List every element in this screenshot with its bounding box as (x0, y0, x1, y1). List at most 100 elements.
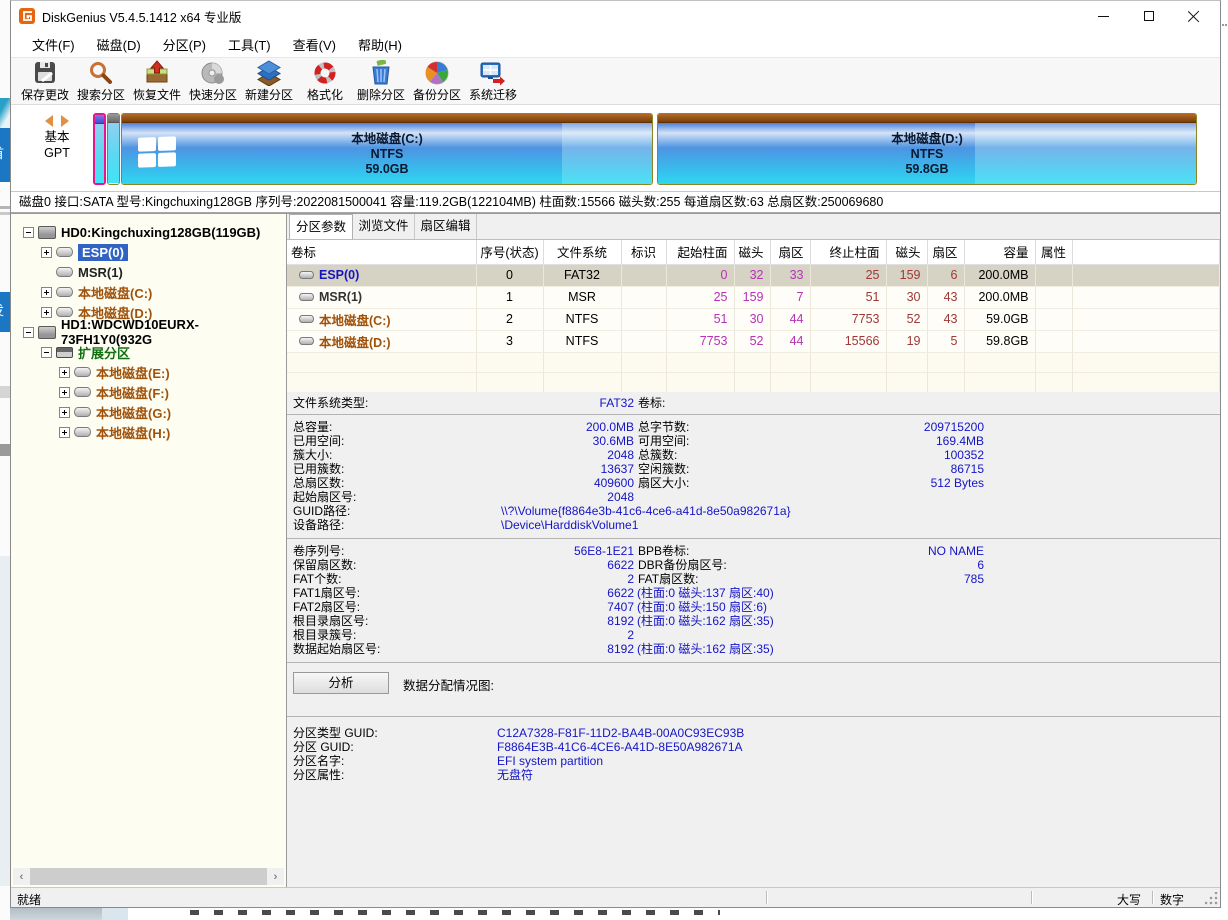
background-window-bottom-sliver (10, 908, 1221, 920)
tab-sector-edit[interactable]: 扇区编辑 (415, 214, 477, 239)
analyze-button[interactable]: 分析 (293, 672, 389, 694)
disk-tree-panel: HD0:Kingchuxing128GB(119GB) ESP(0) MSR(1… (11, 214, 287, 887)
partition-icon (299, 271, 314, 279)
detail-value: FAT32 (489, 396, 634, 410)
partition-icon (299, 337, 314, 345)
partition-bar-c[interactable]: 本地磁盘(C:) NTFS 59.0GB (121, 113, 653, 185)
menu-item-tools[interactable]: 工具(T) (217, 32, 282, 57)
detail-label: 卷标: (638, 396, 806, 410)
tab-bar: 分区参数 浏览文件 扇区编辑 (287, 214, 1220, 240)
expand-icon[interactable] (59, 427, 70, 438)
minimize-button[interactable] (1081, 1, 1126, 31)
background-icon-fragment (0, 98, 10, 128)
menu-item-view[interactable]: 查看(V) (282, 32, 347, 57)
menu-item-file[interactable]: 文件(F) (21, 32, 86, 57)
toolbar-quick-partition-button[interactable]: 快速分区 (185, 58, 241, 104)
toolbar-system-migrate-button[interactable]: 系统迁移 (465, 58, 521, 104)
disk-info-bar: 磁盘0 接口:SATA 型号:Kingchuxing128GB 序列号:2022… (11, 191, 1220, 213)
close-icon (1188, 10, 1200, 22)
nav-left-arrow-icon[interactable] (45, 115, 53, 127)
save-icon (32, 60, 58, 86)
table-empty-row (287, 352, 1220, 372)
toolbar-recover-files-button[interactable]: 恢复文件 (129, 58, 185, 104)
tree-item-local-h[interactable]: 本地磁盘(H:) (11, 422, 286, 442)
partition-fs: NTFS (911, 147, 944, 162)
tree-item-local-c[interactable]: 本地磁盘(C:) (11, 282, 286, 302)
hdd-icon (38, 226, 56, 239)
search-icon (88, 60, 114, 86)
partition-label: 本地磁盘(D:) (891, 132, 963, 147)
partition-icon (74, 427, 91, 437)
menu-item-help[interactable]: 帮助(H) (347, 32, 413, 57)
tree-item-hd0[interactable]: HD0:Kingchuxing128GB(119GB) (11, 222, 286, 242)
tree-horizontal-scrollbar[interactable]: ‹ › (13, 868, 284, 885)
partition-icon (56, 247, 73, 257)
toolbar-backup-partition-button[interactable]: 备份分区 (409, 58, 465, 104)
partition-guid-value: F8864E3B-41C6-4CE6-A41D-8E50A982671A (489, 740, 1220, 754)
tab-browse-files[interactable]: 浏览文件 (353, 214, 415, 239)
partition-icon (56, 307, 73, 317)
partition-bar-esp[interactable] (93, 113, 106, 185)
table-row-local-c[interactable]: 本地磁盘(C:) 2 NTFS 51 30 44 7753 52 43 59.0… (287, 308, 1220, 330)
partition-label: 本地磁盘(C:) (351, 132, 423, 147)
toolbar-new-partition-button[interactable]: 新建分区 (241, 58, 297, 104)
toolbar-search-partition-button[interactable]: 搜索分区 (73, 58, 129, 104)
partition-details-panel: 文件系统类型: FAT32 卷标: 总容量:200.0MB总字节数:209715… (287, 392, 1220, 887)
status-ready-text: 就绪 (17, 891, 41, 908)
expand-icon[interactable] (41, 287, 52, 298)
table-row-local-d[interactable]: 本地磁盘(D:) 3 NTFS 7753 52 44 15566 19 5 59… (287, 330, 1220, 352)
menu-item-partition[interactable]: 分区(P) (152, 32, 217, 57)
scrollbar-thumb[interactable] (30, 868, 268, 885)
partition-attr-label: 分区属性: (293, 768, 489, 782)
resize-grip[interactable] (1205, 892, 1218, 905)
expand-icon[interactable] (41, 307, 52, 318)
close-button[interactable] (1171, 1, 1216, 31)
status-bar: 就绪 大写 数字 (11, 887, 1220, 907)
background-text-fragment: 发 (0, 292, 10, 332)
new-partition-icon (256, 60, 282, 86)
scroll-right-arrow-icon[interactable]: › (267, 868, 284, 885)
partition-guid-label: 分区 GUID: (293, 740, 489, 754)
tree-item-hd1[interactable]: HD1:WDCWD10EURX-73FH1Y0(932G (11, 322, 286, 342)
collapse-icon[interactable] (23, 327, 34, 338)
toolbar-format-button[interactable]: 格式化 (297, 58, 353, 104)
collapse-icon[interactable] (41, 347, 52, 358)
tree-item-esp[interactable]: ESP(0) (11, 242, 286, 262)
scroll-left-arrow-icon[interactable]: ‹ (13, 868, 30, 885)
tree-item-local-e[interactable]: 本地磁盘(E:) (11, 362, 286, 382)
toolbar-save-changes-button[interactable]: 保存更改 (17, 58, 73, 104)
maximize-button[interactable] (1126, 1, 1171, 31)
recover-files-icon (144, 60, 170, 86)
window-title: DiskGenius V5.4.5.1412 x64 专业版 (42, 7, 241, 26)
partition-bar-d[interactable]: 本地磁盘(D:) NTFS 59.8GB (657, 113, 1197, 185)
minimize-icon (1098, 16, 1109, 17)
partition-icon (299, 293, 314, 301)
collapse-icon[interactable] (23, 227, 34, 238)
partition-icon (74, 407, 91, 417)
tree-item-local-g[interactable]: 本地磁盘(G:) (11, 402, 286, 422)
expand-icon[interactable] (59, 367, 70, 378)
system-migrate-icon (480, 60, 506, 86)
expand-icon[interactable] (59, 387, 70, 398)
tab-partition-parameters[interactable]: 分区参数 (289, 214, 353, 239)
tree-item-local-f[interactable]: 本地磁盘(F:) (11, 382, 286, 402)
partition-bar-msr[interactable] (107, 113, 120, 185)
partition-type-guid-label: 分区类型 GUID: (293, 726, 489, 740)
table-empty-row (287, 372, 1220, 392)
device-path-value: \Device\HarddiskVolume1 (489, 518, 1220, 532)
nav-right-arrow-icon[interactable] (61, 115, 69, 127)
table-row-esp[interactable]: ESP(0) 0 FAT32 0 32 33 25 159 6 200.0MB (287, 264, 1220, 286)
toolbar-delete-partition-button[interactable]: 删除分区 (353, 58, 409, 104)
partition-icon (74, 367, 91, 377)
partition-table: 卷标 序号(状态) 文件系统 标识 起始柱面 磁头 扇区 终止柱面 磁头 扇区 … (287, 240, 1220, 393)
partition-graph-nav: 基本 GPT (29, 113, 85, 161)
menu-item-disk[interactable]: 磁盘(D) (86, 32, 152, 57)
expand-icon[interactable] (59, 407, 70, 418)
table-row-msr[interactable]: MSR(1) 1 MSR 25 159 7 51 30 43 200.0MB (287, 286, 1220, 308)
scheme-label: GPT (29, 145, 85, 161)
partition-icon (56, 267, 73, 277)
main-area: HD0:Kingchuxing128GB(119GB) ESP(0) MSR(1… (11, 213, 1220, 887)
expand-icon[interactable] (41, 247, 52, 258)
diskgenius-window: DiskGenius V5.4.5.1412 x64 专业版 文件(F) 磁盘(… (10, 0, 1221, 908)
tree-item-msr[interactable]: MSR(1) (11, 262, 286, 282)
